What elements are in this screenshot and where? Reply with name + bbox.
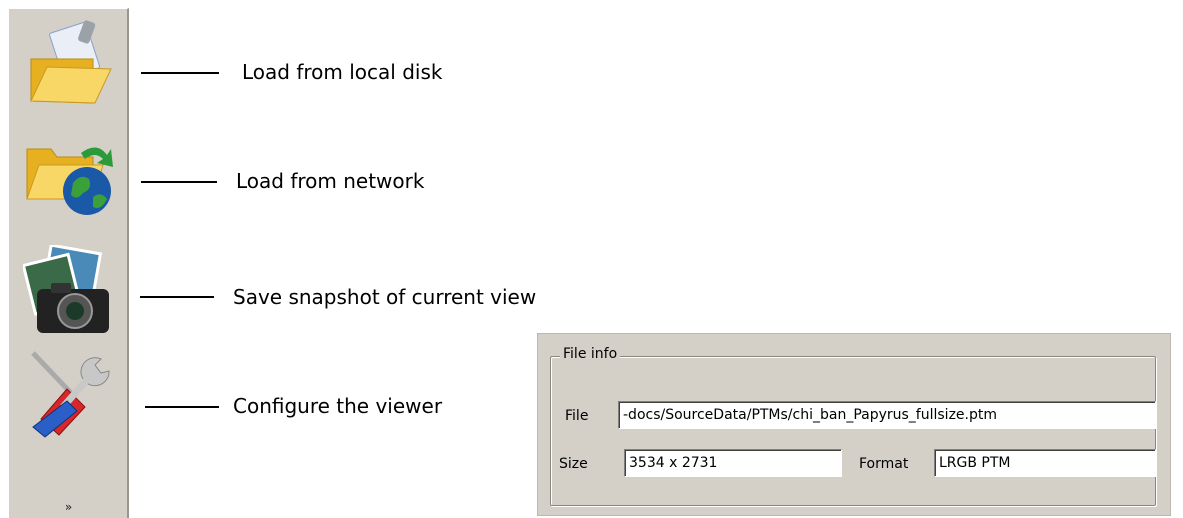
- toolbar-overflow-chevron-icon[interactable]: »: [9, 500, 128, 514]
- camera-icon: [23, 245, 109, 333]
- network-folder-icon: [26, 147, 113, 215]
- toolbar: »: [8, 8, 129, 518]
- save-snapshot-button[interactable]: [23, 245, 115, 337]
- file-info-title: File info: [560, 346, 621, 362]
- file-field[interactable]: -docs/SourceData/PTMs/chi_ban_Papyrus_fu…: [618, 401, 1156, 429]
- callout-load-local: Load from local disk: [242, 60, 443, 84]
- callout-configure: Configure the viewer: [233, 394, 443, 418]
- configure-button[interactable]: [23, 347, 115, 439]
- callout-line: [145, 406, 219, 408]
- load-local-button[interactable]: [23, 19, 115, 111]
- callout-line: [140, 296, 214, 298]
- format-label: Format: [859, 456, 909, 472]
- open-folder-icon: [30, 20, 112, 104]
- callout-save-snapshot: Save snapshot of current view: [233, 285, 537, 309]
- callout-line: [141, 181, 217, 183]
- callout-load-network: Load from network: [236, 169, 425, 193]
- format-field[interactable]: LRGB PTM: [934, 449, 1156, 477]
- size-label: Size: [559, 456, 588, 472]
- size-field[interactable]: 3534 x 2731: [624, 449, 842, 477]
- load-network-button[interactable]: [23, 127, 115, 219]
- file-info-group: [550, 356, 1156, 506]
- file-label: File: [565, 408, 589, 424]
- callout-line: [141, 72, 219, 74]
- tools-icon: [31, 351, 110, 438]
- file-info-panel: File info File -docs/SourceData/PTMs/chi…: [537, 333, 1171, 516]
